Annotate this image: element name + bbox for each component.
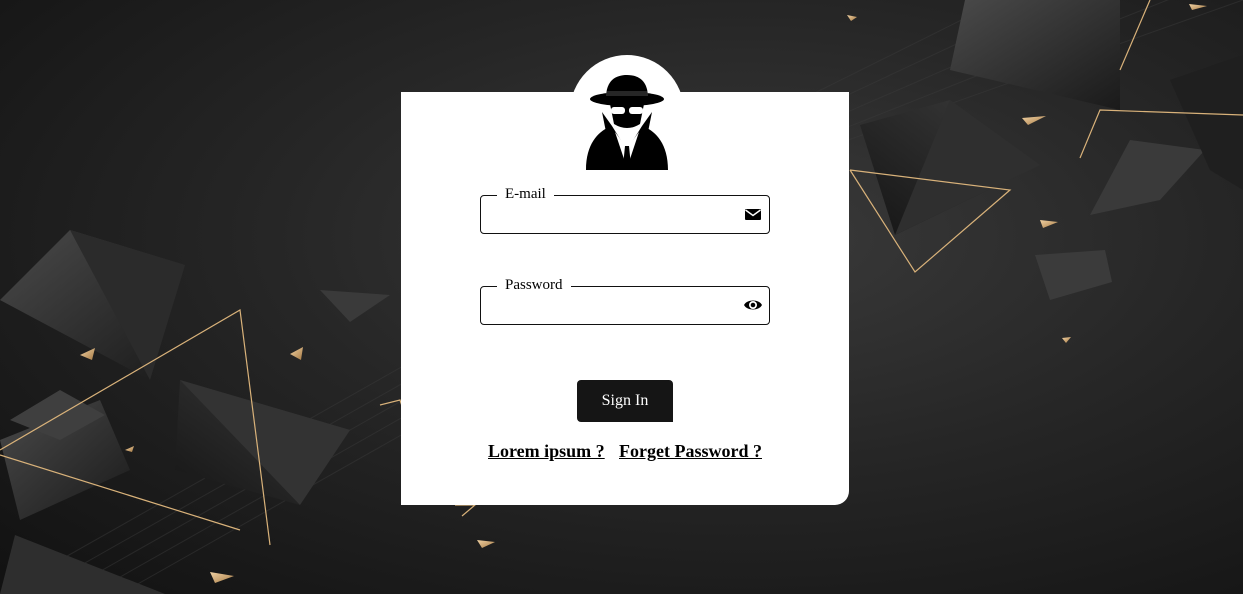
spy-icon (586, 75, 668, 170)
envelope-icon (745, 209, 761, 220)
lorem-ipsum-link[interactable]: Lorem ipsum ? (488, 441, 605, 462)
email-label: E-mail (497, 184, 554, 204)
email-input[interactable] (491, 202, 735, 228)
forget-password-link[interactable]: Forget Password ? (619, 441, 762, 462)
password-input[interactable] (491, 293, 735, 319)
eye-icon[interactable] (743, 295, 763, 315)
login-page: E-mail Password Sign In Lorem ipsum ? Fo… (0, 0, 1243, 594)
password-label: Password (497, 275, 571, 295)
email-field[interactable]: E-mail (480, 184, 770, 234)
sign-in-button[interactable]: Sign In (577, 380, 673, 422)
password-field[interactable]: Password (480, 275, 770, 325)
